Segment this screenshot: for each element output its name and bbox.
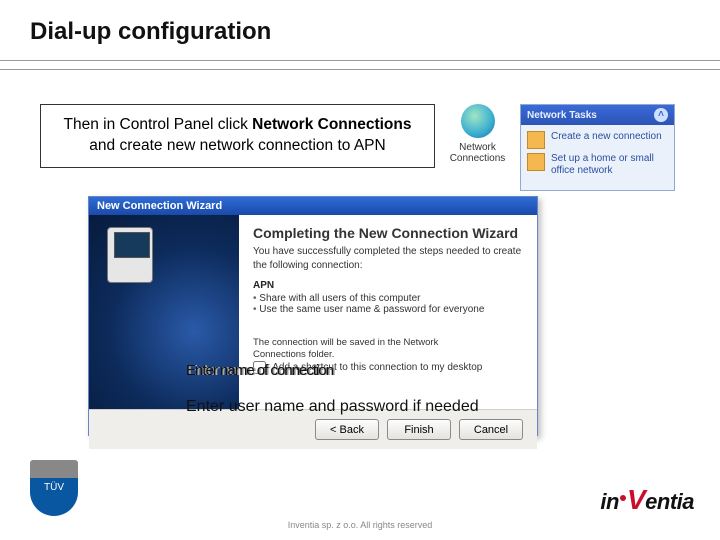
page-header: Dial-up configuration xyxy=(0,0,720,52)
wizard-titlebar: New Connection Wizard xyxy=(89,197,537,215)
overlay-text-1: Enter name of connection xyxy=(186,362,333,379)
wizard-bullet: Use the same user name & password for ev… xyxy=(253,304,523,315)
wizard-body-text: You have successfully completed the step… xyxy=(253,245,523,272)
network-connections-icon[interactable]: Network Connections xyxy=(445,104,510,164)
top-row: Then in Control Panel click Network Conn… xyxy=(40,104,690,191)
wizard-saved-line2: Connections folder. xyxy=(253,349,523,361)
inventia-logo: in Ventia xyxy=(600,484,694,516)
network-icon xyxy=(527,153,545,171)
device-icon xyxy=(107,227,153,283)
tasks-pane-header[interactable]: Network Tasks ˄ xyxy=(521,105,674,125)
wizard-bullet: Share with all users of this computer xyxy=(253,293,523,304)
task-item-create[interactable]: Create a new connection xyxy=(527,131,668,149)
instruction-box: Then in Control Panel click Network Conn… xyxy=(40,104,435,168)
page-title: Dial-up configuration xyxy=(30,18,720,46)
wizard-content: Completing the New Connection Wizard You… xyxy=(239,215,537,409)
logo-v: V xyxy=(627,484,645,515)
instruction-prefix: Then in Control Panel click xyxy=(64,116,253,133)
chevron-up-icon[interactable]: ˄ xyxy=(654,108,668,122)
nc-icon-label: Network Connections xyxy=(445,142,510,164)
logo-post: entia xyxy=(645,489,694,514)
globe-icon xyxy=(461,104,495,138)
instruction-line2: and create new network connection to APN xyxy=(55,136,420,157)
apn-title: APN xyxy=(253,280,523,291)
badge-top xyxy=(30,460,78,478)
dot-icon xyxy=(620,495,626,501)
tuv-badge: TÜV xyxy=(30,460,78,516)
overlay-text-2: Enter user name and password if needed xyxy=(186,398,479,416)
wizard-saved-line1: The connection will be saved in the Netw… xyxy=(253,337,523,349)
copyright: Inventia sp. z o.o. All rights reserved xyxy=(0,520,720,530)
finish-button[interactable]: Finish xyxy=(387,419,451,440)
back-button[interactable]: < Back xyxy=(315,419,379,440)
divider xyxy=(0,69,720,70)
cancel-button[interactable]: Cancel xyxy=(459,419,523,440)
task-item-setup-home[interactable]: Set up a home or small office network xyxy=(527,153,668,176)
task-label: Create a new connection xyxy=(551,131,662,149)
wizard-title: New Connection Wizard xyxy=(97,200,222,212)
badge-bottom: TÜV xyxy=(30,478,78,516)
divider xyxy=(0,60,720,61)
wizard-icon xyxy=(527,131,545,149)
task-label: Set up a home or small office network xyxy=(551,153,668,176)
wizard-heading: Completing the New Connection Wizard xyxy=(253,225,523,241)
tasks-pane-title: Network Tasks xyxy=(527,110,597,121)
wizard-sidebar xyxy=(89,215,239,409)
logo-pre: in xyxy=(600,489,619,514)
network-tasks-pane: Network Tasks ˄ Create a new connection … xyxy=(520,104,675,191)
instruction-bold: Network Connections xyxy=(252,116,411,133)
